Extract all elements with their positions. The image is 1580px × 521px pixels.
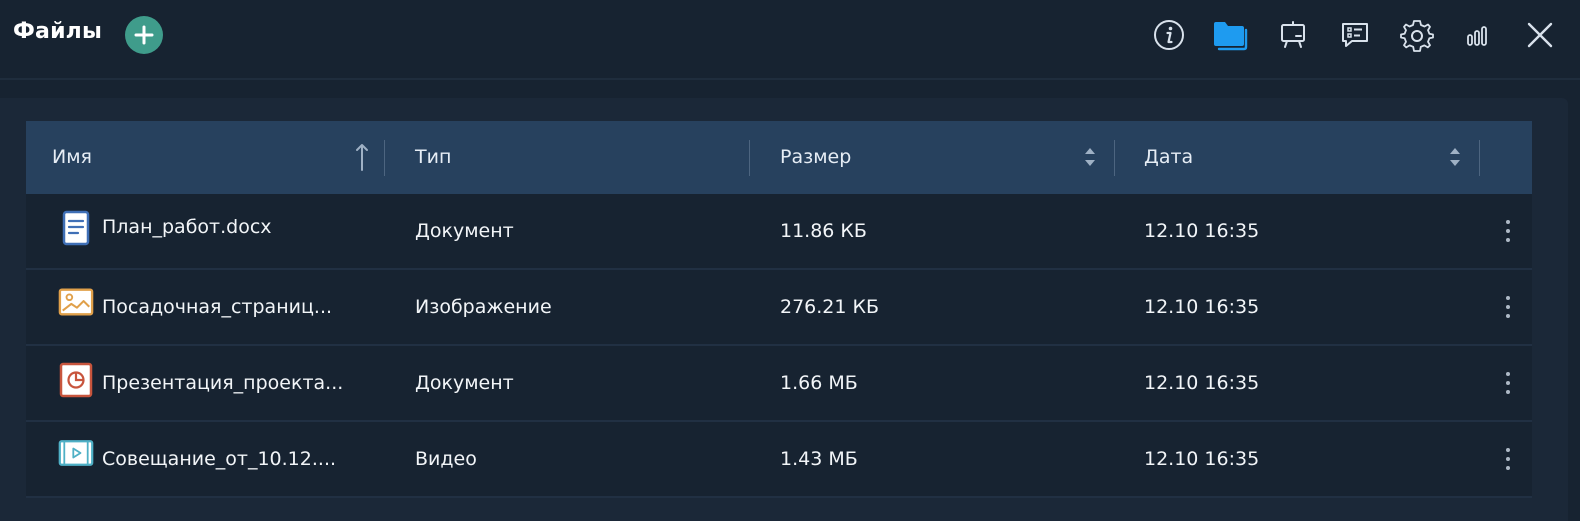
header-divider: [0, 78, 1580, 80]
image-icon: [58, 284, 94, 320]
sort-toggle-size[interactable]: [1082, 144, 1098, 170]
file-size: 1.66 МБ: [780, 372, 858, 394]
file-type: Документ: [415, 372, 514, 394]
chat-list-icon: [1342, 23, 1368, 47]
file-date: 12.10 16:35: [1144, 220, 1260, 242]
file-size: 276.21 КБ: [780, 296, 880, 318]
more-options-icon[interactable]: [1498, 211, 1518, 251]
file-name[interactable]: План_работ.docx: [102, 190, 272, 264]
table-header: Имя Тип Размер Дата: [26, 121, 1532, 194]
column-divider: [1114, 140, 1115, 176]
more-options-icon[interactable]: [1498, 363, 1518, 403]
video-icon: [58, 435, 94, 471]
plus-icon: [134, 25, 154, 45]
column-divider: [384, 140, 385, 176]
column-divider: [1479, 140, 1480, 176]
whiteboard-button[interactable]: [1273, 15, 1313, 55]
table-row[interactable]: План_работ.docx Документ 11.86 КБ 12.10 …: [26, 194, 1532, 270]
column-header-date[interactable]: Дата: [1144, 121, 1193, 194]
file-size: 11.86 КБ: [780, 220, 867, 242]
column-header-type[interactable]: Тип: [415, 121, 451, 194]
gear-icon: [1400, 20, 1434, 52]
sort-ascending-icon[interactable]: [352, 140, 372, 174]
column-divider: [749, 140, 750, 176]
file-type: Видео: [415, 448, 477, 470]
table-row[interactable]: Презентация_проекта... Документ 1.66 МБ …: [26, 346, 1532, 422]
files-table: Имя Тип Размер Дата План_работ.docx Доку…: [26, 121, 1532, 498]
whiteboard-icon: [1281, 21, 1305, 48]
more-options-icon[interactable]: [1498, 439, 1518, 479]
header: Файлы: [0, 0, 1580, 72]
file-date: 12.10 16:35: [1144, 448, 1260, 470]
sort-toggle-date[interactable]: [1447, 144, 1463, 170]
presentation-icon: [58, 362, 94, 398]
settings-button[interactable]: [1397, 15, 1437, 55]
info-icon: [1154, 20, 1184, 50]
file-name[interactable]: Посадочная_страниц...: [102, 270, 332, 344]
arrow-up-icon: [356, 144, 368, 171]
more-options-icon[interactable]: [1498, 287, 1518, 327]
files-tab-button[interactable]: [1210, 15, 1250, 55]
file-type: Изображение: [415, 296, 552, 318]
chat-button[interactable]: [1335, 15, 1375, 55]
column-header-name[interactable]: Имя: [52, 121, 92, 194]
file-date: 12.10 16:35: [1144, 296, 1260, 318]
file-name[interactable]: Презентация_проекта...: [102, 346, 343, 420]
file-size: 1.43 МБ: [780, 448, 858, 470]
folder-icon: [1214, 22, 1248, 51]
panel-title: Файлы: [13, 19, 103, 44]
files-panel-app: Файлы Имя Тип Размер Дата План_работ.doc…: [0, 0, 1580, 521]
document-icon: [58, 210, 94, 246]
signal-icon: [1467, 26, 1487, 46]
file-date: 12.10 16:35: [1144, 372, 1260, 394]
add-file-button[interactable]: [125, 16, 163, 54]
table-row[interactable]: Совещание_от_10.12.... Видео 1.43 МБ 12.…: [26, 422, 1532, 498]
sort-both-icon: [1450, 148, 1460, 166]
close-icon: [1527, 22, 1553, 48]
file-type: Документ: [415, 220, 514, 242]
column-header-size[interactable]: Размер: [780, 121, 851, 194]
info-button[interactable]: [1149, 15, 1189, 55]
table-row[interactable]: Посадочная_страниц... Изображение 276.21…: [26, 270, 1532, 346]
file-name[interactable]: Совещание_от_10.12....: [102, 422, 336, 496]
connection-stats-button[interactable]: [1459, 15, 1499, 55]
sort-both-icon: [1085, 148, 1095, 166]
close-button[interactable]: [1520, 15, 1560, 55]
